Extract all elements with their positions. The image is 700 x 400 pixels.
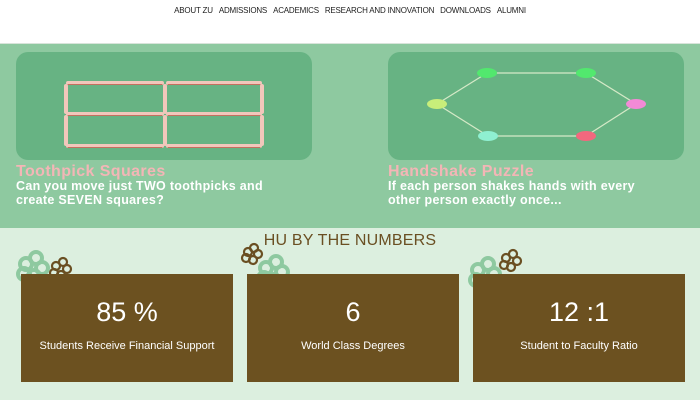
puzzles-section: Toothpick Squares Can you move just TWO … — [0, 44, 700, 228]
toothpick-puzzle-description: Can you move just TWO toothpicks and cre… — [16, 179, 263, 207]
handshake-octagon-illustration — [427, 68, 646, 141]
top-navigation: ABOUT ZU ADMISSIONS ACADEMICS RESEARCH A… — [0, 0, 700, 44]
stat-card-faculty-ratio: 12 :1 Student to Faculty Ratio — [473, 274, 685, 382]
nav-item-alumni[interactable]: ALUMNI — [497, 6, 526, 15]
nav-item-academics[interactable]: ACADEMICS — [273, 6, 319, 15]
stat-label: Students Receive Financial Support — [39, 340, 215, 352]
nav-item-downloads[interactable]: DOWNLOADS — [440, 6, 491, 15]
nav-item-admissions[interactable]: ADMISSIONS — [219, 6, 267, 15]
stat-value: 12 :1 — [548, 297, 610, 327]
nav-menu: ABOUT ZU ADMISSIONS ACADEMICS RESEARCH A… — [0, 0, 700, 15]
nav-item-research[interactable]: RESEARCH AND INNOVATION — [325, 6, 435, 15]
nav-item-about[interactable]: ABOUT ZU — [174, 6, 213, 15]
toothpick-grid-illustration — [64, 81, 264, 148]
handshake-puzzle-description: If each person shakes hands with every o… — [388, 179, 635, 207]
by-the-numbers-section: HU BY THE NUMBERS 85 % Students Receive … — [0, 228, 700, 400]
stat-value: 85 % — [96, 297, 158, 327]
toothpick-puzzle-image[interactable] — [16, 52, 312, 160]
handshake-puzzle-image[interactable] — [388, 52, 684, 160]
stat-card-financial-support: 85 % Students Receive Financial Support — [21, 274, 233, 382]
stat-label: Student to Faculty Ratio — [520, 340, 638, 352]
stat-value: 6 — [345, 297, 361, 327]
stat-card-degrees: 6 World Class Degrees — [247, 274, 459, 382]
stat-label: World Class Degrees — [301, 340, 405, 352]
section-heading: HU BY THE NUMBERS — [263, 232, 437, 249]
